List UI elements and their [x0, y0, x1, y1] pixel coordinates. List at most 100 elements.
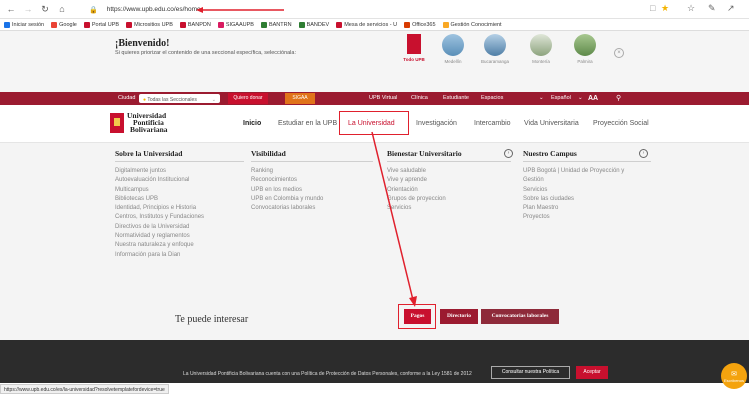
bookmark-icon [260, 21, 267, 28]
menu-link[interactable]: UPB Bogotá | Unidad de Proyección y [523, 167, 651, 176]
annotation-arrow-pagos [371, 131, 417, 307]
bookmark-item[interactable]: Micrositios UPB [126, 21, 173, 28]
campus-bucaramanga[interactable]: Bucaramanga [476, 34, 514, 64]
campus-medellin[interactable]: Medellín [434, 34, 472, 64]
menu-link[interactable]: Ranking [251, 167, 373, 176]
share-icon[interactable]: ↗ [727, 3, 735, 14]
welcome-banner: ¡Bienvenido! Si quieres priorizar el con… [0, 31, 749, 92]
welcome-subtitle: Si quieres priorizar el contenido de una… [115, 50, 296, 56]
city-label: Ciudad [118, 95, 136, 101]
policy-button[interactable]: Consultar nuestra Política [491, 366, 570, 379]
column-title: Nuestro Campus [523, 149, 651, 162]
utility-bar: Ciudad ● Todas las Seccionales ⌄ Quiero … [0, 92, 749, 105]
nav-estudiar[interactable]: Estudiar en la UPB [278, 120, 337, 127]
close-icon[interactable]: × [614, 48, 624, 58]
chat-button[interactable]: ✉ Escríbenos [721, 363, 747, 389]
url-text[interactable]: https://www.upb.edu.co/es/home [107, 6, 201, 13]
forward-arrow-icon[interactable]: → [22, 3, 34, 15]
menu-link[interactable]: Normatividad y reglamentos [115, 232, 244, 241]
menu-link[interactable]: Autoevaluación Institucional [115, 176, 244, 185]
donate-button[interactable]: Quiero donar [228, 93, 268, 104]
campus-photo [530, 34, 552, 56]
menu-link[interactable]: Directivos de la Universidad [115, 223, 244, 232]
menu-link[interactable]: Proyectos [523, 213, 651, 222]
campus-photo [442, 34, 464, 56]
menu-link[interactable]: Multicampus [115, 186, 244, 195]
bookmark-item[interactable]: BANDEV [298, 21, 329, 28]
menu-column-visibilidad: Visibilidad Ranking Reconocimientos UPB en… [251, 149, 373, 213]
font-size-toggle[interactable]: AA [588, 92, 598, 105]
menu-column-sobre: Sobre la Universidad Digitalmente juntos… [115, 149, 244, 260]
accept-button[interactable]: Aceptar [576, 366, 608, 379]
campus-palmira[interactable]: Palmira [566, 34, 604, 64]
search-icon[interactable]: ⚲ [616, 92, 621, 105]
menu-link[interactable]: Plan Maestro [523, 204, 651, 213]
campus-monteria[interactable]: Montería [522, 34, 560, 64]
bookmark-item[interactable]: Iniciar sesión [4, 21, 44, 28]
menu-link[interactable]: Información para la Dian [115, 251, 244, 260]
expand-circle-icon[interactable]: › [639, 149, 648, 158]
nav-intercambio[interactable]: Intercambio [474, 120, 511, 127]
status-bar-url: https://www.upb.edu.co/es/la-universidad… [0, 384, 169, 394]
nav-inicio[interactable]: Inicio [243, 120, 261, 127]
sigaa-button[interactable]: SIGAA [285, 93, 315, 104]
bookmark-item[interactable]: Google [51, 21, 77, 28]
menu-link[interactable]: Digitalmente juntos [115, 167, 244, 176]
bookmark-item[interactable]: BANPDN [179, 21, 211, 28]
bookmark-icon [179, 21, 186, 28]
bookmark-icon [298, 21, 305, 28]
menu-link[interactable]: Bibliotecas UPB [115, 195, 244, 204]
bookmark-item[interactable]: Portal UPB [83, 21, 119, 28]
campus-photo [484, 34, 506, 56]
bookmark-item[interactable]: BANTRN [260, 21, 292, 28]
menu-link[interactable]: Identidad, Principios e Historia [115, 204, 244, 213]
upb-logo-icon[interactable] [110, 113, 124, 133]
nav-investigacion[interactable]: Investigación [416, 120, 457, 127]
campus-todo-upb[interactable]: Todo UPB [395, 34, 433, 62]
mail-icon: ✉ [731, 371, 737, 378]
menu-link[interactable]: Reconocimientos [251, 176, 373, 185]
bookmarks-bar: Iniciar sesión Google Portal UPB Micrositio… [0, 19, 749, 31]
link-espacios[interactable]: Espacios [481, 92, 503, 105]
favorites-icon[interactable]: ☆ [687, 3, 695, 14]
bookmark-item[interactable]: Mesa de servicios - U [336, 21, 397, 28]
menu-link[interactable]: Centros, Institutos y Fundaciones [115, 213, 244, 222]
menu-link[interactable]: Convocatorias laborales [251, 204, 373, 213]
directorio-button[interactable]: Directorio [440, 309, 478, 324]
menu-link[interactable]: Servicios [523, 186, 651, 195]
bookmark-item[interactable]: Office365 [404, 21, 436, 28]
location-pin-icon: ● [143, 97, 147, 103]
home-icon[interactable]: ⌂ [56, 3, 68, 15]
convocatorias-button[interactable]: Convocatorias laborales [481, 309, 559, 324]
back-arrow-icon[interactable]: ← [5, 3, 17, 15]
menu-link[interactable]: UPB en Colombia y mundo [251, 195, 373, 204]
menu-link[interactable]: Gestión [523, 176, 651, 185]
expand-circle-icon[interactable]: › [504, 149, 513, 158]
annotation-arrow-url [196, 7, 284, 13]
nav-vida-universitaria[interactable]: Vida Universitaria [524, 120, 579, 127]
bookmark-icon [51, 21, 58, 28]
menu-link[interactable]: Sobre las ciudades [523, 195, 651, 204]
city-select[interactable]: ● Todas las Seccionales ⌄ [139, 94, 220, 103]
upb-logo-text[interactable]: Universidad Pontificia Bolivariana [127, 112, 168, 134]
bookmark-item[interactable]: SIGAAUPB [217, 21, 254, 28]
chevron-down-icon: ⌄ [539, 95, 544, 101]
nav-proyeccion-social[interactable]: Proyección Social [593, 120, 649, 127]
favorite-star-icon[interactable]: ★ [661, 3, 669, 14]
link-estudiante[interactable]: Estudiante [443, 92, 469, 105]
upb-shield-icon [407, 34, 421, 54]
bookmark-item[interactable]: Gestión Conocimient [442, 21, 502, 28]
pen-icon[interactable]: ✎ [708, 3, 716, 14]
language-select[interactable]: Español [551, 92, 571, 105]
reader-icon[interactable]: □ [650, 3, 655, 13]
link-clinica[interactable]: Clínica [411, 92, 428, 105]
menu-link[interactable]: Nuestra naturaleza y enfoque [115, 241, 244, 250]
address-bar[interactable]: 🔒 https://www.upb.edu.co/es/home [89, 3, 705, 16]
menu-link[interactable]: UPB en los medios [251, 186, 373, 195]
bookmark-icon [442, 21, 449, 28]
reload-icon[interactable]: ↻ [39, 3, 51, 15]
interest-title: Te puede interesar [175, 314, 249, 325]
column-title: Visibilidad [251, 149, 373, 162]
bookmark-icon [126, 21, 133, 28]
link-upb-virtual[interactable]: UPB Virtual [369, 92, 397, 105]
